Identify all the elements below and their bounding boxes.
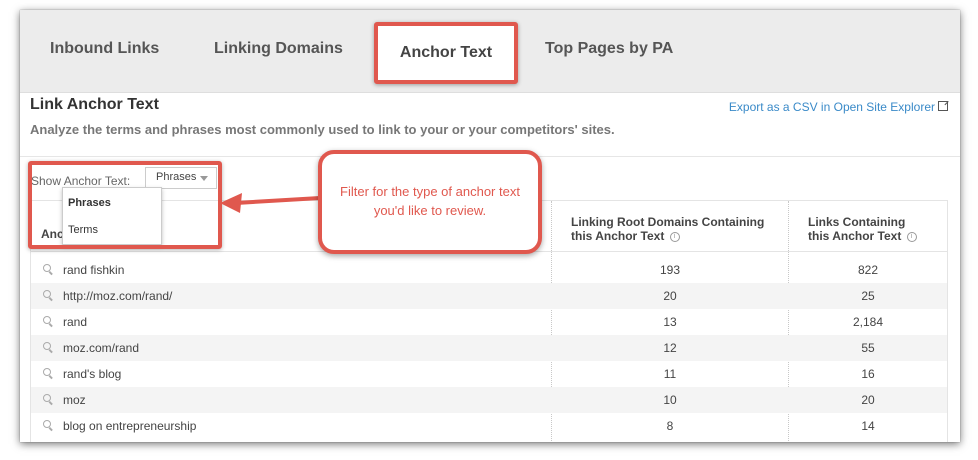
annotation-callout: Filter for the type of anchor text you'd… — [318, 150, 542, 254]
callout-text: Filter for the type of anchor text you'd… — [340, 184, 520, 218]
app-frame: Inbound Links Linking Domains Anchor Tex… — [20, 10, 960, 442]
